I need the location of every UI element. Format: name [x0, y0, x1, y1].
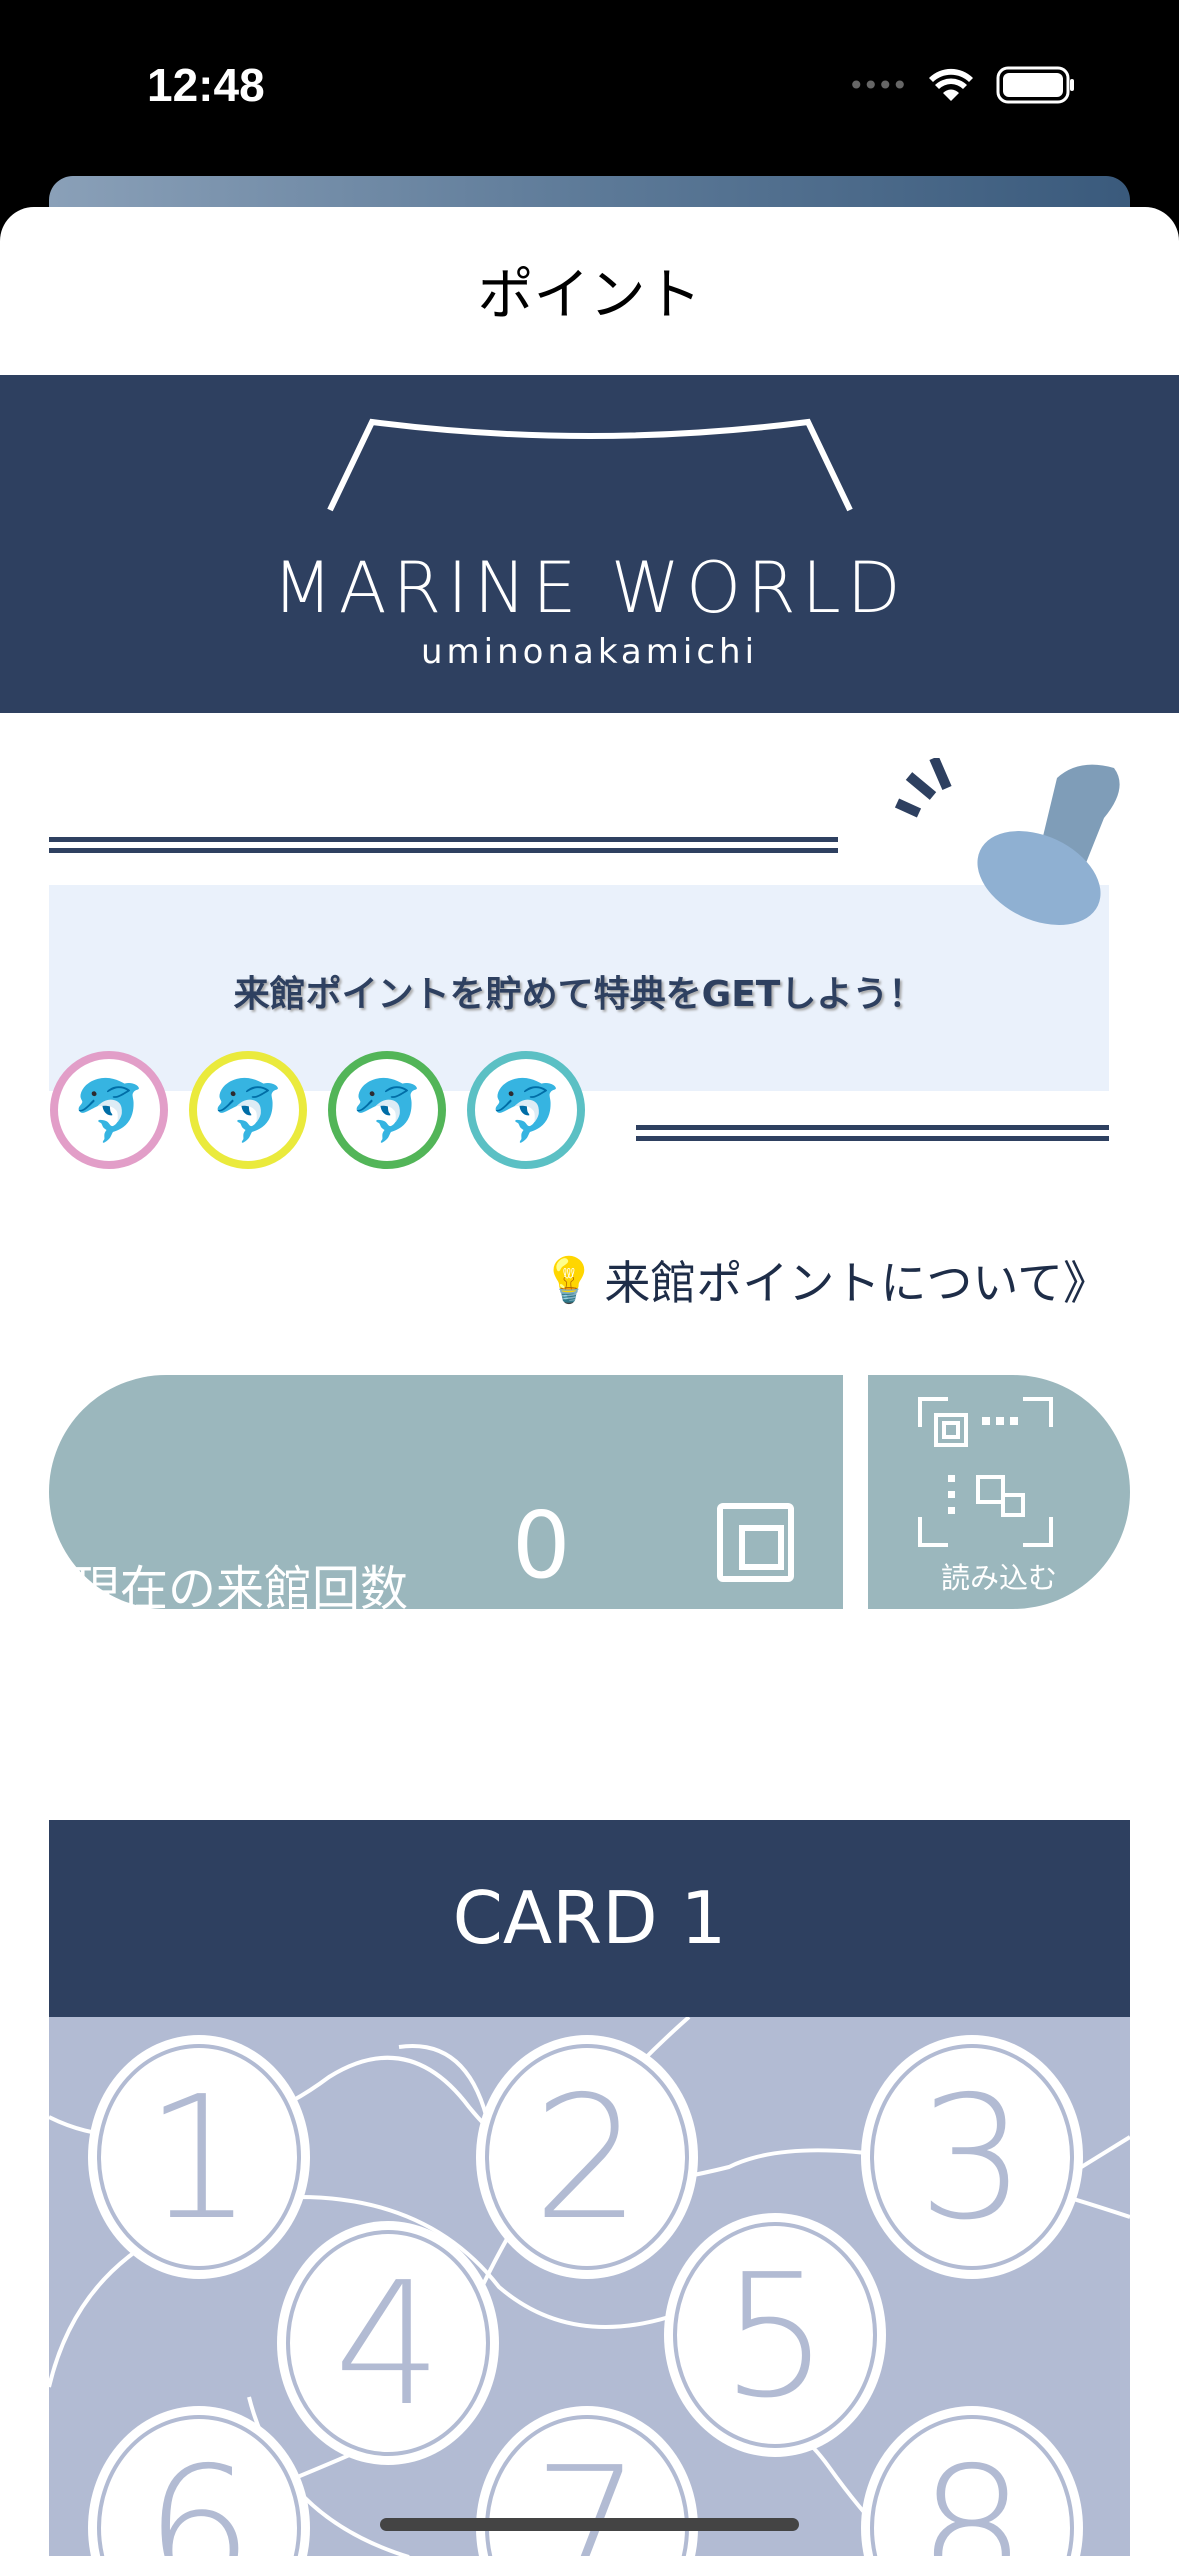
- stamp-slot: 7: [476, 2406, 698, 2556]
- stamp-card: 1 2 3 4 5 6 7 8: [49, 2017, 1130, 2556]
- dolphin-badge-icon: 🐬: [50, 1051, 168, 1169]
- stamp-slot: 6: [88, 2406, 310, 2556]
- stamp-number: 3: [918, 2060, 1026, 2258]
- scan-label: 読み込む: [940, 1561, 1057, 1595]
- stamp-slot: 5: [664, 2213, 886, 2457]
- logo-subtitle: uminonakamichi: [420, 632, 759, 672]
- stamp-slot: 2: [476, 2035, 698, 2279]
- stamp-icon: [894, 758, 1120, 925]
- logo-roof-icon: [327, 418, 853, 512]
- divider-bottom: [636, 1125, 1109, 1141]
- status-time: 12:48: [147, 59, 265, 111]
- dolphin-badges: 🐬 🐬 🐬 🐬: [50, 1051, 585, 1169]
- status-icons: ••••: [848, 66, 1076, 104]
- stamp-number: 8: [918, 2431, 1026, 2556]
- battery-icon: [996, 66, 1075, 104]
- stamp-number: 5: [721, 2238, 829, 2436]
- qr-scan-icon: [918, 1397, 1053, 1547]
- dolphin-badge-icon: 🐬: [328, 1051, 446, 1169]
- stamp-slot: 3: [861, 2035, 1083, 2279]
- page-title: ポイント: [477, 263, 702, 328]
- card-title: CARD 1: [49, 1820, 1130, 2017]
- info-link-label: 来館ポイントについて》: [604, 1256, 1109, 1310]
- stamp-number: 2: [533, 2060, 641, 2258]
- signal-icon: ••••: [848, 68, 908, 102]
- stamp-number: 1: [145, 2060, 253, 2258]
- stamp-number: 7: [533, 2431, 641, 2556]
- stamp-slot: 1: [88, 2035, 310, 2279]
- visit-count-value: 0: [512, 1492, 571, 1599]
- lightbulb-icon: 💡: [541, 1255, 597, 1306]
- promo-text: 来館ポイントを貯めて特典をGETしよう！: [233, 974, 925, 1015]
- stamp-grid: 1 2 3 4 5 6 7 8: [49, 2017, 1130, 2556]
- visit-points-info-link[interactable]: 💡 来館ポイントについて》: [542, 1247, 1109, 1313]
- stamp-slot: 8: [861, 2406, 1083, 2556]
- logo-name: MARINE WORLD: [272, 547, 907, 629]
- wifi-icon: [929, 68, 974, 101]
- stamp-number: 4: [334, 2246, 442, 2444]
- divider-top: [49, 837, 838, 853]
- points-sheet: ポイント MARINE WORLD uminonakamichi 来館ポイントを…: [0, 207, 1179, 2556]
- count-unit-icon: [717, 1503, 794, 1582]
- dolphin-badge-icon: 🐬: [189, 1051, 307, 1169]
- visit-count-label: 現在の来館回数: [72, 1561, 409, 1617]
- home-indicator[interactable]: [380, 2518, 799, 2531]
- stamp-number: 6: [145, 2431, 253, 2556]
- stamp-slot: 4: [277, 2221, 499, 2465]
- dolphin-badge-icon: 🐬: [467, 1051, 585, 1169]
- scan-qr-button[interactable]: 読み込む: [868, 1375, 1130, 1609]
